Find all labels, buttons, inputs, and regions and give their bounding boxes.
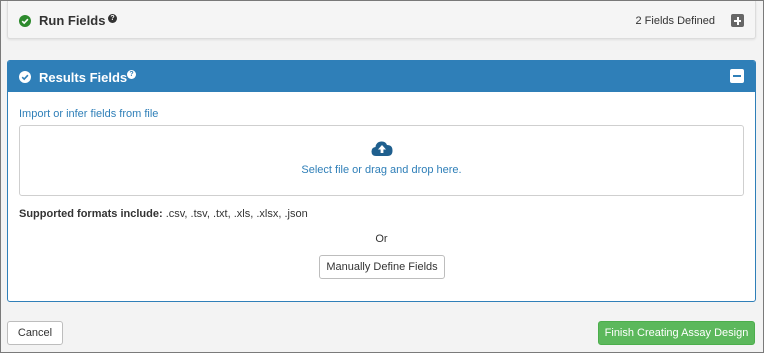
drop-zone-text[interactable]: Select file or drag and drop here. — [20, 164, 743, 176]
results-fields-panel: Results Fields ? Import or infer fields … — [7, 60, 756, 302]
help-icon[interactable]: ? — [108, 14, 117, 23]
check-circle-icon — [19, 71, 31, 83]
formats-label: Supported formats include: — [19, 208, 163, 220]
supported-formats: Supported formats include: .csv, .tsv, .… — [19, 208, 308, 220]
import-fields-link[interactable]: Import or infer fields from file — [19, 108, 158, 120]
fields-defined-count: 2 Fields Defined — [635, 15, 716, 27]
check-circle-icon — [19, 15, 31, 27]
results-fields-header[interactable]: Results Fields ? — [8, 61, 755, 92]
manually-define-fields-button[interactable]: Manually Define Fields — [319, 255, 445, 279]
expand-plus-icon[interactable] — [731, 14, 744, 27]
file-drop-zone[interactable]: Select file or drag and drop here. — [19, 125, 744, 196]
help-icon[interactable]: ? — [127, 70, 136, 79]
run-fields-title[interactable]: Run Fields — [39, 13, 105, 28]
finish-creating-assay-design-button[interactable]: Finish Creating Assay Design — [598, 321, 755, 345]
collapse-minus-icon[interactable] — [730, 69, 744, 83]
formats-list: .csv, .tsv, .txt, .xls, .xlsx, .json — [165, 208, 308, 220]
or-separator: Or — [375, 233, 388, 245]
results-fields-title: Results Fields — [39, 70, 128, 85]
cloud-upload-icon — [371, 140, 393, 160]
run-fields-panel: Run Fields ? 2 Fields Defined — [7, 1, 756, 39]
cancel-button[interactable]: Cancel — [7, 321, 63, 345]
